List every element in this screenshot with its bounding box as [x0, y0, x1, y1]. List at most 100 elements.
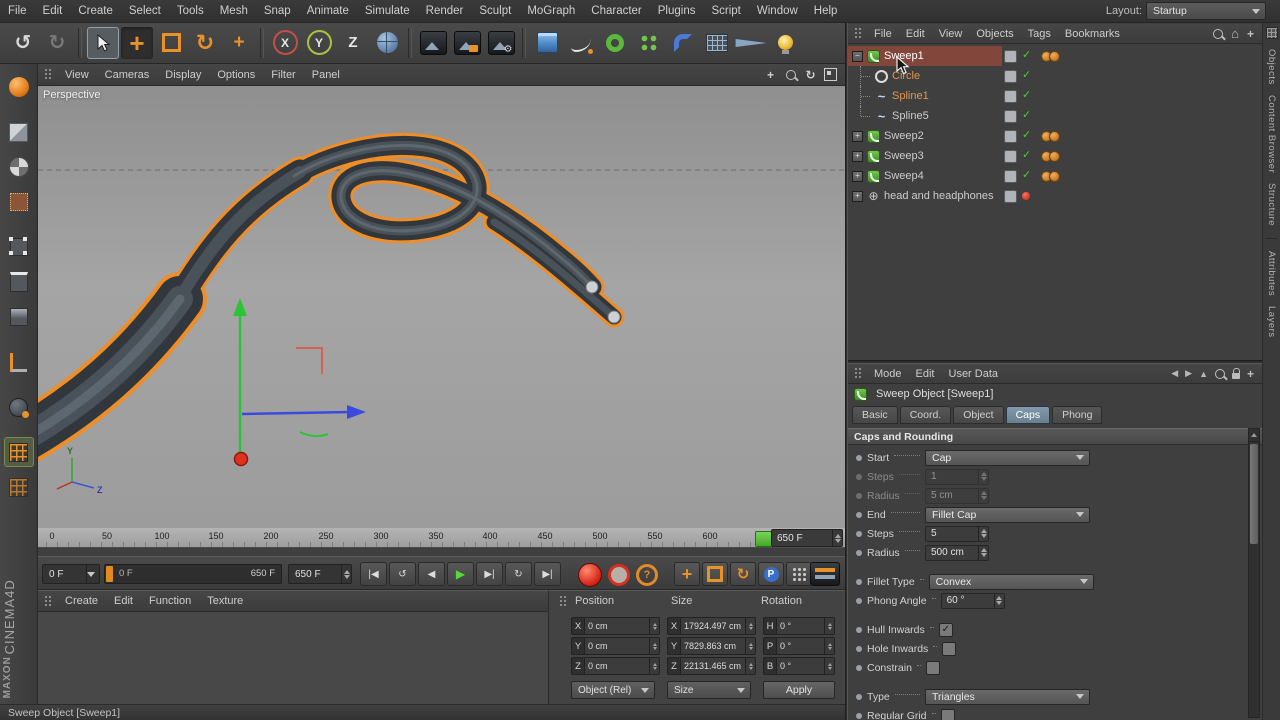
- menu-mograph[interactable]: MoGraph: [519, 0, 583, 22]
- hole-inwards-checkbox[interactable]: [942, 641, 957, 656]
- spinner-icon[interactable]: [825, 637, 835, 655]
- add-panel-icon[interactable]: +: [1247, 27, 1254, 41]
- move-tool-button[interactable]: +: [121, 26, 153, 59]
- timeline-playhead[interactable]: [755, 531, 772, 547]
- vp-menu-view[interactable]: View: [57, 69, 97, 81]
- record-button[interactable]: [578, 563, 602, 587]
- tab-object[interactable]: Object: [953, 406, 1004, 424]
- panel-grip[interactable]: [854, 27, 863, 40]
- viewport-canvas[interactable]: Y Z: [38, 86, 845, 528]
- play-loop-back-button[interactable]: ↺: [389, 562, 416, 586]
- param-dot[interactable]: [856, 597, 862, 604]
- expander-icon[interactable]: −: [852, 50, 863, 62]
- bank-handle[interactable]: [299, 431, 329, 438]
- plane-handle[interactable]: [296, 347, 323, 374]
- menu-snap[interactable]: Snap: [256, 0, 299, 22]
- param-dot[interactable]: [856, 664, 862, 671]
- points-mode-button[interactable]: [4, 232, 34, 262]
- position-y-field[interactable]: Y0 cm: [571, 637, 660, 655]
- spinner-icon[interactable]: [746, 657, 756, 675]
- spinner-icon[interactable]: [650, 637, 660, 655]
- menu-animate[interactable]: Animate: [299, 0, 357, 22]
- attribute-scrollbar[interactable]: [1248, 428, 1260, 718]
- visibility-toggle[interactable]: [1004, 170, 1017, 183]
- end-dropdown[interactable]: Fillet Cap: [925, 506, 1090, 523]
- render-view-button[interactable]: [417, 27, 449, 59]
- uv-mode-button[interactable]: [4, 187, 34, 217]
- view-label[interactable]: Perspective: [43, 89, 100, 101]
- spinner-icon[interactable]: [825, 657, 835, 675]
- vp-menu-filter[interactable]: Filter: [263, 69, 303, 81]
- size-x-field[interactable]: X 17924.497 cm: [667, 617, 756, 635]
- position-z-field[interactable]: Z0 cm: [571, 657, 660, 675]
- param-dot[interactable]: [856, 645, 862, 652]
- redo-button[interactable]: ↻: [41, 27, 73, 59]
- model-mode-button[interactable]: [4, 117, 34, 147]
- am-menu-mode[interactable]: Mode: [867, 368, 909, 380]
- object-row-main[interactable]: + ⊕ head and headphones: [848, 186, 1002, 206]
- scroll-up-button[interactable]: [1249, 429, 1259, 442]
- side-tab-layers[interactable]: Layers: [1266, 306, 1277, 338]
- field-value[interactable]: 0 °: [776, 637, 825, 655]
- expander-icon[interactable]: +: [852, 190, 863, 202]
- make-editable-button[interactable]: [4, 72, 34, 102]
- mat-menu-edit[interactable]: Edit: [106, 595, 141, 607]
- add-generator-button[interactable]: [599, 27, 631, 59]
- enabled-check-icon[interactable]: ✓: [1022, 108, 1031, 121]
- open-timeline-button[interactable]: [810, 562, 840, 586]
- menu-mesh[interactable]: Mesh: [212, 0, 256, 22]
- mat-menu-create[interactable]: Create: [57, 595, 106, 607]
- tag-icons[interactable]: [1041, 151, 1060, 165]
- object-row-circle[interactable]: Circle ✓: [848, 66, 1262, 86]
- side-tab-structure[interactable]: Structure: [1266, 183, 1277, 226]
- object-row-main[interactable]: + Sweep2: [848, 126, 1002, 146]
- key-scale-toggle[interactable]: [702, 562, 728, 586]
- play-backwards-button[interactable]: ◀: [418, 562, 445, 586]
- param-dot[interactable]: [856, 530, 862, 537]
- new-panel-icon[interactable]: +: [1247, 367, 1254, 381]
- field-value[interactable]: 17924.497 cm: [680, 617, 746, 635]
- menu-edit[interactable]: Edit: [35, 0, 71, 22]
- last-tool-button[interactable]: +: [223, 27, 255, 59]
- object-row-sweep2[interactable]: + Sweep2 ✓: [848, 126, 1262, 146]
- arrow-mode-icon[interactable]: ▲: [1199, 369, 1208, 379]
- add-spline-button[interactable]: [565, 27, 597, 59]
- current-frame-field[interactable]: 0 F: [42, 564, 100, 584]
- add-camera-floor-button[interactable]: [735, 27, 767, 59]
- snap-enable-button[interactable]: [3, 437, 34, 467]
- tag-icons[interactable]: [1041, 51, 1060, 65]
- axis-mode-button[interactable]: [4, 347, 34, 377]
- loop-button[interactable]: ↻: [505, 562, 532, 586]
- enabled-check-icon[interactable]: ✓: [1022, 48, 1031, 61]
- tag-icons[interactable]: [1041, 171, 1060, 185]
- menu-sculpt[interactable]: Sculpt: [471, 0, 519, 22]
- y-axis-arrowhead[interactable]: [233, 298, 247, 316]
- spinner-icon[interactable]: [650, 657, 660, 675]
- start-steps-field[interactable]: 1: [925, 468, 989, 485]
- fillet-type-dropdown[interactable]: Convex: [928, 573, 1094, 590]
- tab-caps[interactable]: Caps: [1005, 406, 1051, 424]
- selection-tool-button[interactable]: [87, 26, 119, 59]
- enabled-check-icon[interactable]: ✓: [1022, 68, 1031, 81]
- coord-mode-dropdown[interactable]: Object (Rel): [571, 681, 655, 699]
- undo-button[interactable]: ↺: [7, 27, 39, 59]
- history-back-icon[interactable]: ◀: [1171, 368, 1178, 379]
- am-menu-edit[interactable]: Edit: [909, 368, 942, 380]
- timeline-end-frame-field[interactable]: 650 F: [771, 529, 843, 547]
- field-value[interactable]: 22131.465 cm: [680, 657, 746, 675]
- menu-plugins[interactable]: Plugins: [650, 0, 704, 22]
- z-axis-arrowhead[interactable]: [347, 405, 366, 419]
- goto-end-button[interactable]: ▶|: [534, 562, 561, 586]
- key-parameter-toggle[interactable]: P: [758, 562, 784, 586]
- om-menu-objects[interactable]: Objects: [969, 28, 1020, 40]
- visibility-toggle[interactable]: [1004, 70, 1017, 83]
- caps-section-header[interactable]: Caps and Rounding: [848, 428, 1262, 445]
- spinner-icon[interactable]: [978, 488, 988, 503]
- scrollbar-thumb[interactable]: [1250, 444, 1258, 544]
- key-rotation-toggle[interactable]: ↻: [730, 562, 756, 586]
- object-row-main[interactable]: + Sweep4: [848, 166, 1002, 186]
- hull-inwards-checkbox[interactable]: ✓: [938, 622, 953, 637]
- spinner-icon[interactable]: [978, 545, 988, 560]
- lock-icon[interactable]: [1231, 367, 1240, 379]
- start-dropdown[interactable]: Cap: [925, 449, 1090, 466]
